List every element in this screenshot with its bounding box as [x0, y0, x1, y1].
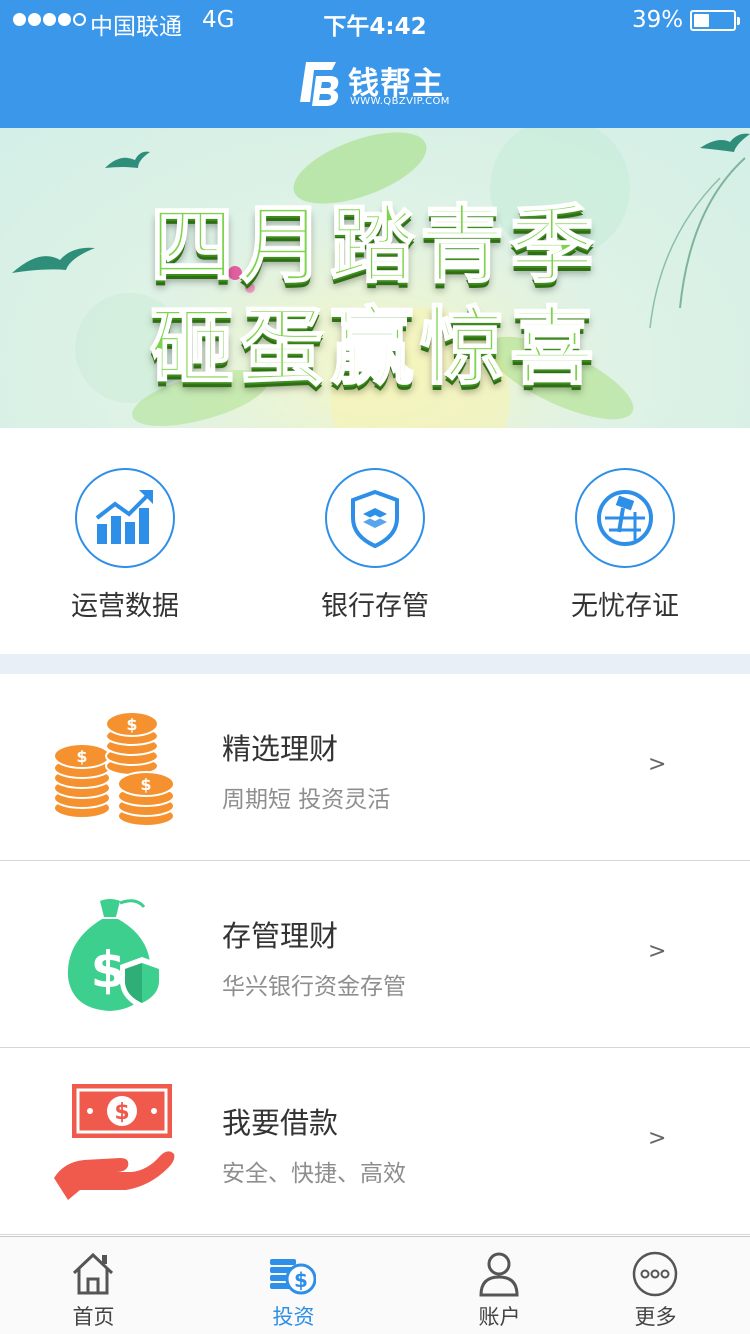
quick-link-label: 银行存管 — [321, 591, 429, 622]
trending-chart-icon — [95, 490, 153, 544]
product-title: 我要借款 — [222, 1106, 339, 1140]
svg-text:$: $ — [114, 1100, 129, 1125]
product-subtitle: 华兴银行资金存管 — [222, 974, 406, 1000]
promo-banner[interactable]: 四月踏青季 砸蛋赢惊喜 — [0, 128, 750, 428]
more-dots-icon — [632, 1251, 678, 1297]
product-item-loan[interactable]: $ 我要借款 安全、快捷、高效 > — [0, 1048, 750, 1235]
quick-link-ring — [75, 468, 175, 568]
shield-bank-icon — [351, 489, 399, 548]
svg-text:$: $ — [126, 715, 137, 734]
product-title: 存管理财 — [222, 919, 339, 953]
tab-label: 首页 — [72, 1305, 115, 1329]
product-item-custody[interactable]: $ 存管理财 华兴银行资金存管 > — [0, 861, 750, 1048]
section-divider — [0, 654, 750, 674]
app-header: 中国联通 4G 下午4:42 39% 钱帮主 WWW.QBZVIP.COM — [0, 0, 750, 128]
quick-link-ring — [325, 468, 425, 568]
banner-headline-2: 砸蛋赢惊喜 — [149, 296, 600, 397]
tab-more[interactable]: 更多 — [562, 1237, 749, 1334]
user-icon — [479, 1252, 519, 1297]
brand-logo: 钱帮主 WWW.QBZVIP.COM — [296, 56, 456, 112]
brand-url: WWW.QBZVIP.COM — [350, 96, 450, 107]
product-item-featured[interactable]: $ $ $ 精选理财 周期短 投资灵活 > — [0, 674, 750, 861]
product-subtitle: 周期短 投资灵活 — [222, 787, 391, 813]
home-icon — [72, 1252, 114, 1295]
svg-text:$: $ — [294, 1268, 308, 1292]
coins-stack-icon: $ $ $ — [53, 711, 175, 827]
battery-icon — [690, 10, 740, 31]
chevron-right-icon: > — [648, 939, 667, 964]
cash-hand-icon: $ — [54, 1084, 175, 1200]
product-subtitle: 安全、快捷、高效 — [222, 1161, 406, 1187]
quick-link-operations[interactable]: 运营数据 — [35, 468, 215, 628]
quick-link-evidence[interactable]: 无忧存证 — [535, 468, 715, 628]
tab-invest[interactable]: $ 投资 — [200, 1237, 387, 1334]
money-bag-shield-icon: $ — [67, 899, 164, 1011]
tab-label: 投资 — [272, 1305, 315, 1329]
battery-level — [694, 14, 709, 27]
svg-text:$: $ — [76, 747, 87, 766]
tab-label: 更多 — [634, 1305, 677, 1329]
quick-links: 运营数据 银行存管 无忧存证 — [0, 428, 750, 654]
status-bar: 中国联通 4G 下午4:42 39% — [0, 0, 750, 40]
gavel-evidence-icon — [597, 490, 653, 546]
bottom-tab-bar: 首页 $ 投资 账户 更多 — [0, 1236, 750, 1334]
invest-coins-icon: $ — [270, 1259, 316, 1295]
quick-link-label: 无忧存证 — [571, 591, 679, 622]
quick-link-bank-custody[interactable]: 银行存管 — [285, 468, 465, 628]
brand-mark-icon — [300, 62, 339, 106]
chevron-right-icon: > — [648, 1126, 667, 1151]
product-title: 精选理财 — [222, 732, 339, 766]
chevron-right-icon: > — [648, 752, 667, 777]
tab-home[interactable]: 首页 — [0, 1237, 187, 1334]
battery-percentage: 39% — [632, 7, 684, 33]
quick-link-ring — [575, 468, 675, 568]
svg-text:$: $ — [140, 775, 151, 794]
quick-link-label: 运营数据 — [71, 591, 179, 622]
